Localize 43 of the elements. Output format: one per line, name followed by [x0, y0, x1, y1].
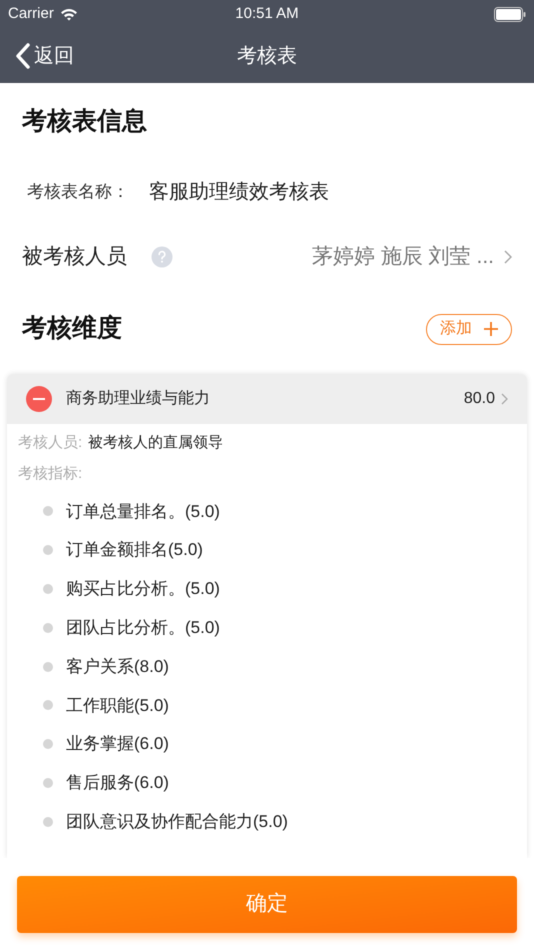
bullet-icon [43, 622, 53, 633]
indicator-item: 工作职能(5.0) [66, 694, 169, 717]
indicator-item: 团队意识及协作配合能力(5.0) [66, 811, 288, 834]
remove-icon[interactable] [26, 386, 52, 412]
section-heading: 考核表信息 [22, 106, 147, 138]
field-label: 被考核人员 [22, 244, 127, 270]
dimension-header[interactable]: 商务助理业绩与能力 80.0 [7, 374, 527, 424]
clock: 10:51 AM [235, 4, 299, 24]
wifi-icon [60, 8, 78, 20]
indicator-item: 售后服务(6.0) [66, 772, 169, 794]
battery-icon [494, 6, 526, 22]
indicator-item: 订单总量排名。(5.0) [66, 500, 220, 523]
bullet-icon [43, 739, 53, 750]
indicator-item: 团队占比分析。(5.0) [66, 617, 220, 640]
back-chevron-icon [16, 42, 30, 68]
bullet-icon [43, 700, 53, 710]
page-title: 考核表 [237, 44, 297, 68]
chevron-right-icon [504, 250, 512, 264]
bullet-icon [43, 816, 53, 827]
bullet-icon [43, 778, 53, 788]
bullet-icon [43, 662, 53, 672]
field-value: 客服助理绩效考核表 [149, 180, 329, 205]
reviewer-label: 考核人员: [18, 433, 82, 453]
back-button[interactable]: 返回 [16, 40, 74, 70]
persons-row[interactable]: 被考核人员 茅婷婷 施辰 刘莹 ... [0, 223, 534, 291]
section-heading: 考核维度 [22, 313, 122, 344]
indicators-label: 考核指标: [17, 464, 84, 484]
help-icon [151, 246, 173, 268]
dimension-score: 80.0 [464, 389, 495, 409]
indicator-item: 客户关系(8.0) [66, 656, 169, 678]
chevron-right-icon [501, 393, 508, 405]
plus-icon [484, 322, 498, 336]
dimension-title: 商务助理业绩与能力 [66, 388, 210, 409]
bullet-icon [43, 545, 53, 556]
indicator-item: 购买占比分析。(5.0) [66, 578, 220, 600]
bullet-icon [43, 506, 53, 516]
carrier-label: Carrier [8, 4, 54, 24]
reviewer-value: 被考核人的直属领导 [88, 433, 224, 453]
field-label: 考核表名称： [27, 181, 129, 204]
indicator-item: 业务掌握(6.0) [66, 733, 169, 756]
bullet-icon [43, 584, 53, 594]
persons-value: 茅婷婷 施辰 刘莹 ... [312, 244, 494, 270]
indicator-item: 订单金额排名(5.0) [66, 539, 203, 562]
